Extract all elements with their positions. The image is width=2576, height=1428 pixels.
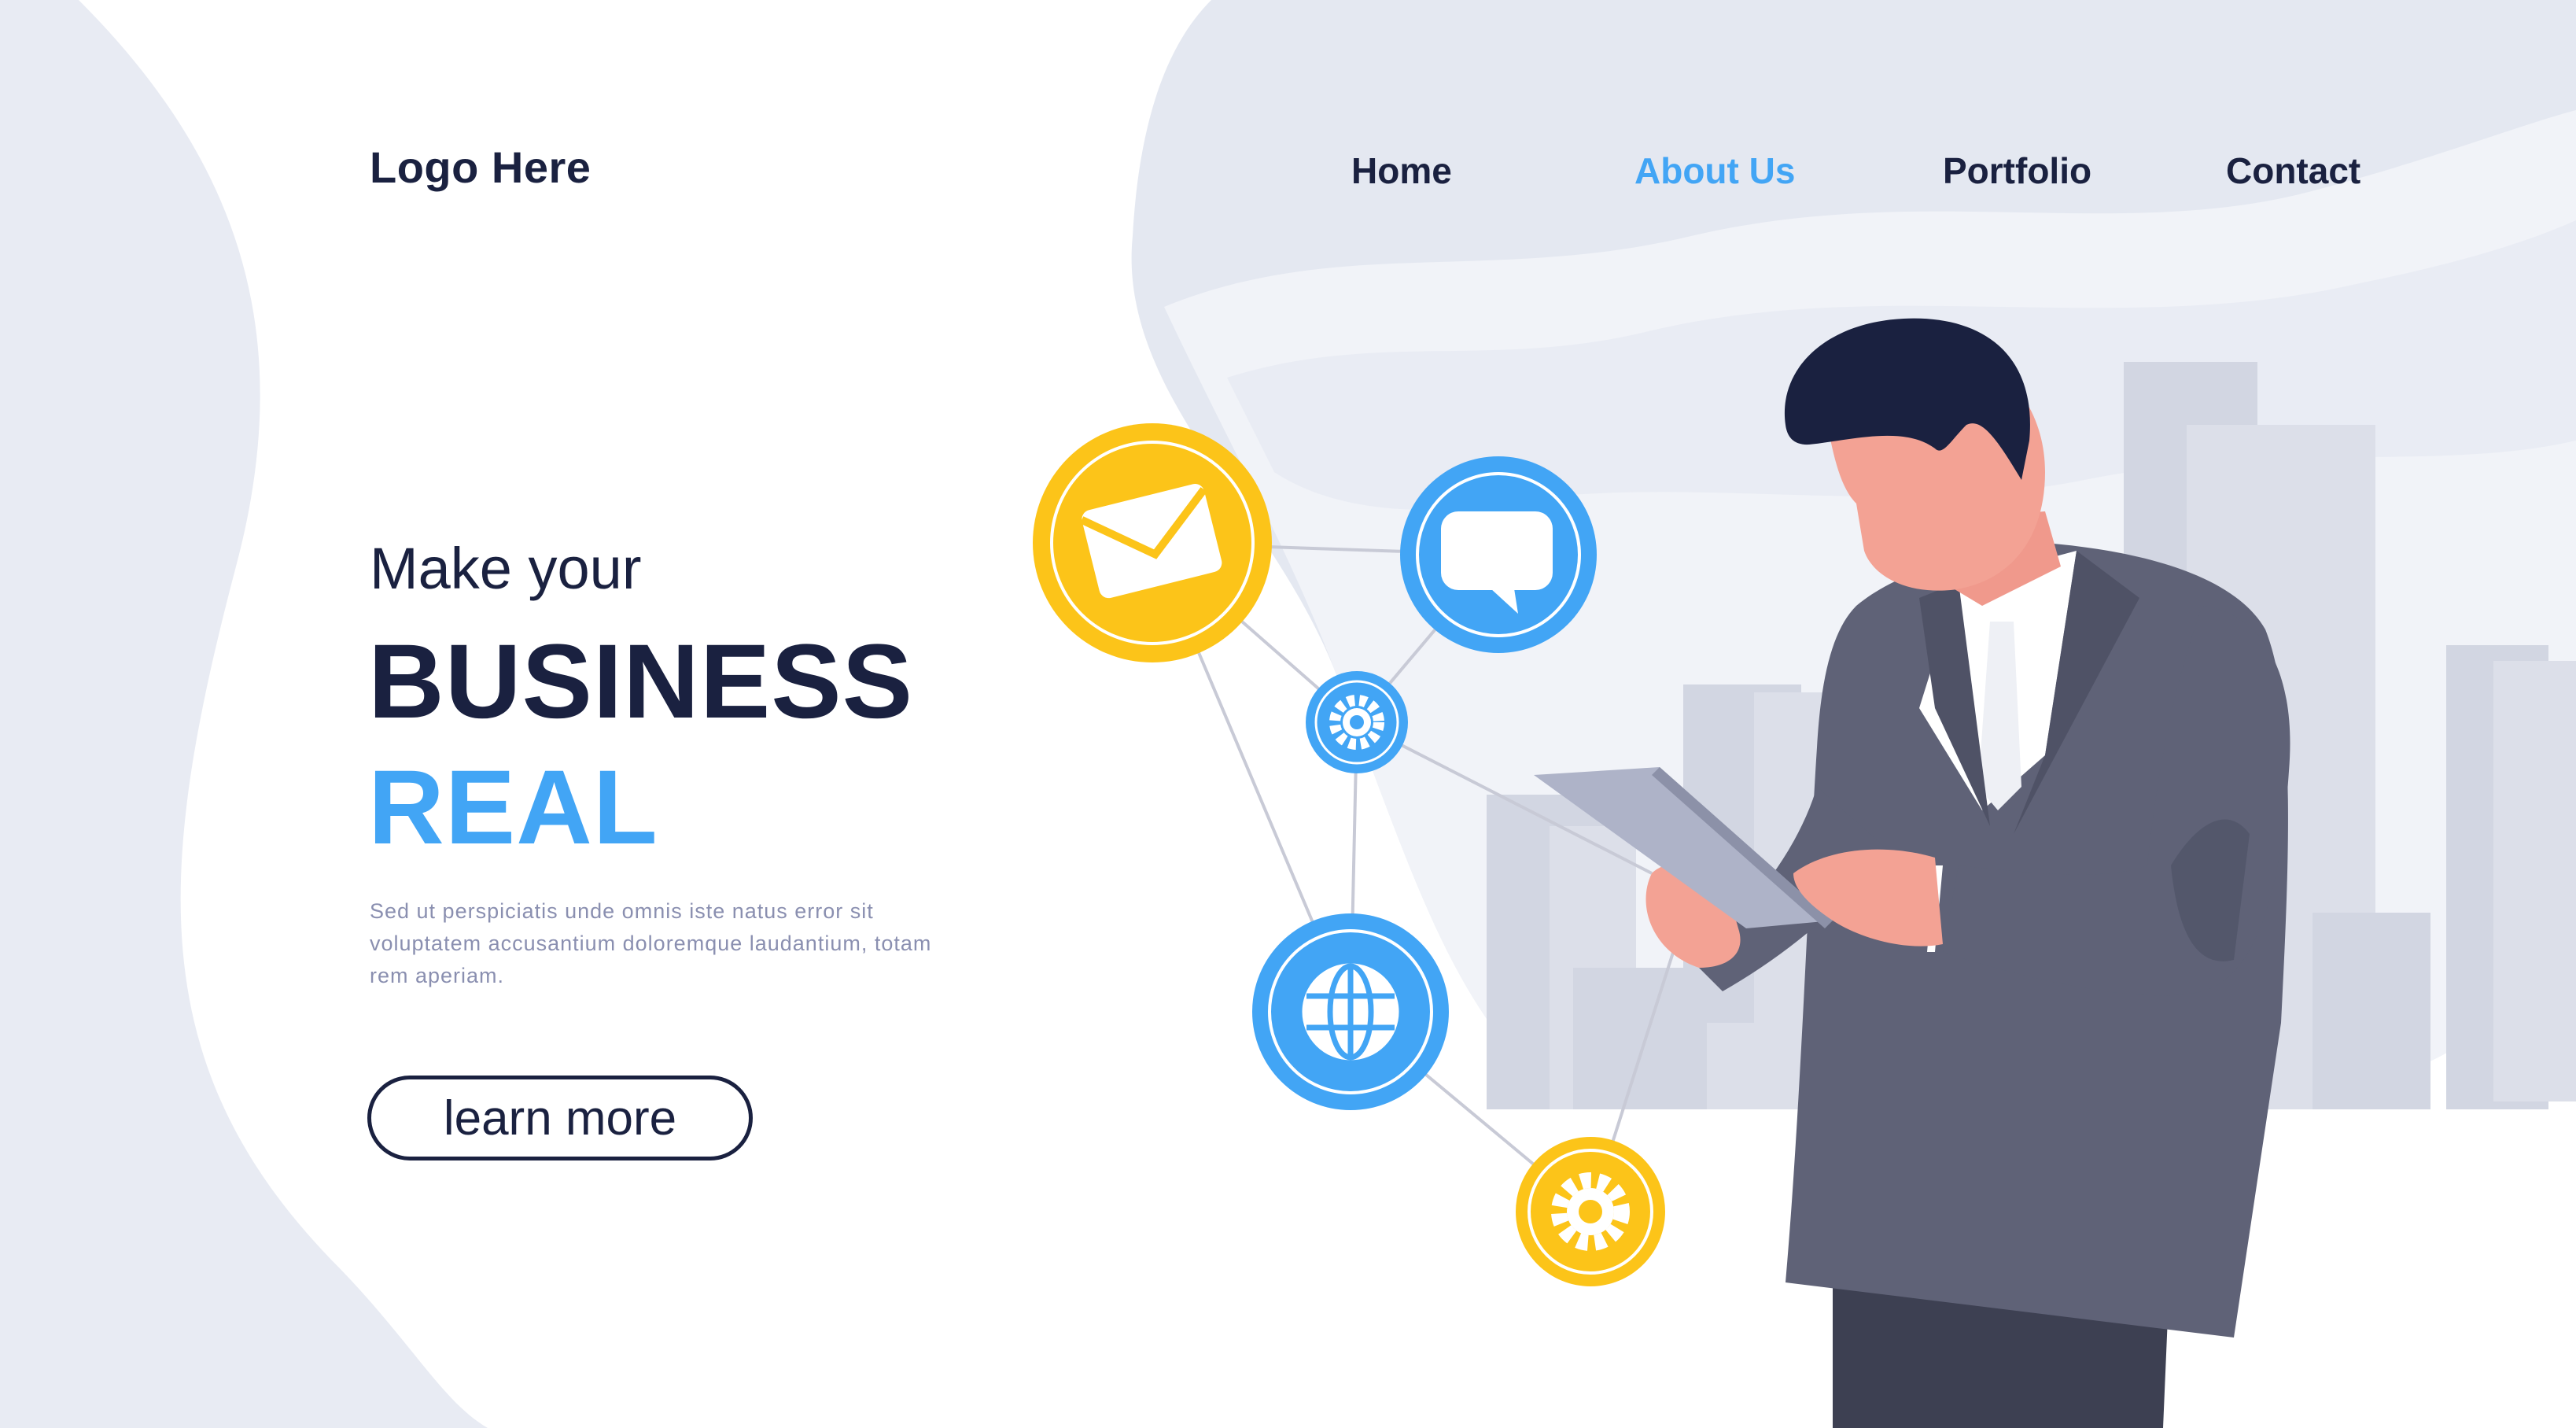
nav-home-link[interactable]: Home [1351, 149, 1452, 192]
logo[interactable]: Logo Here [370, 142, 591, 193]
nav-about-us-link[interactable]: About Us [1634, 149, 1795, 192]
large-gear-node [1516, 1137, 1665, 1286]
learn-more-button[interactable]: learn more [367, 1076, 753, 1160]
nav-portfolio-link[interactable]: Portfolio [1943, 149, 2091, 192]
envelope-node [1033, 423, 1272, 662]
globe-node [1252, 913, 1449, 1110]
small-gear-node [1306, 671, 1408, 773]
hero-title: BUSINESS [368, 623, 914, 740]
hero-description: Sed ut perspiciatis unde omnis iste natu… [370, 899, 932, 987]
hero-pre-title: Make your [370, 536, 642, 601]
nav-contact-link[interactable]: Contact [2226, 149, 2360, 192]
hero-title-accent: REAL [368, 749, 658, 866]
globe-icon [1302, 963, 1399, 1061]
chat-node [1400, 456, 1597, 653]
